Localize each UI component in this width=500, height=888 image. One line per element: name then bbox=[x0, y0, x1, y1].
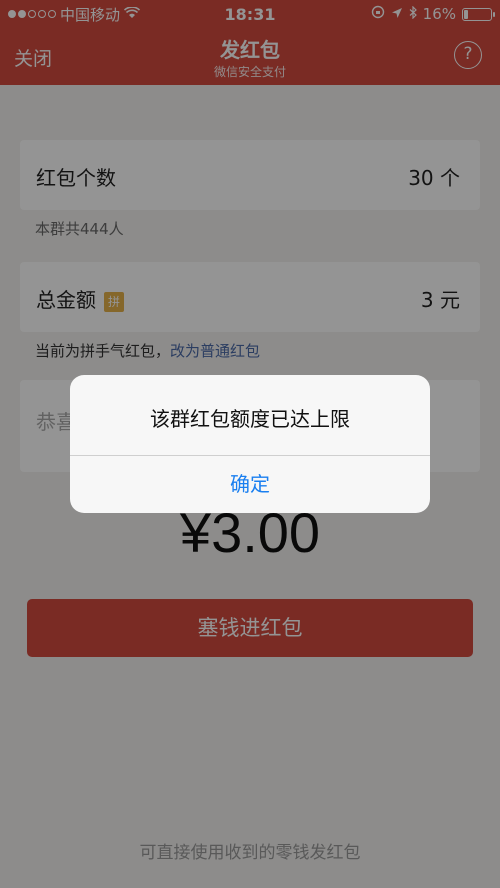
confirm-button[interactable]: 确定 bbox=[70, 456, 430, 513]
dialog-message: 该群红包额度已达上限 bbox=[150, 407, 350, 431]
alert-dialog: 该群红包额度已达上限 确定 bbox=[70, 375, 430, 513]
